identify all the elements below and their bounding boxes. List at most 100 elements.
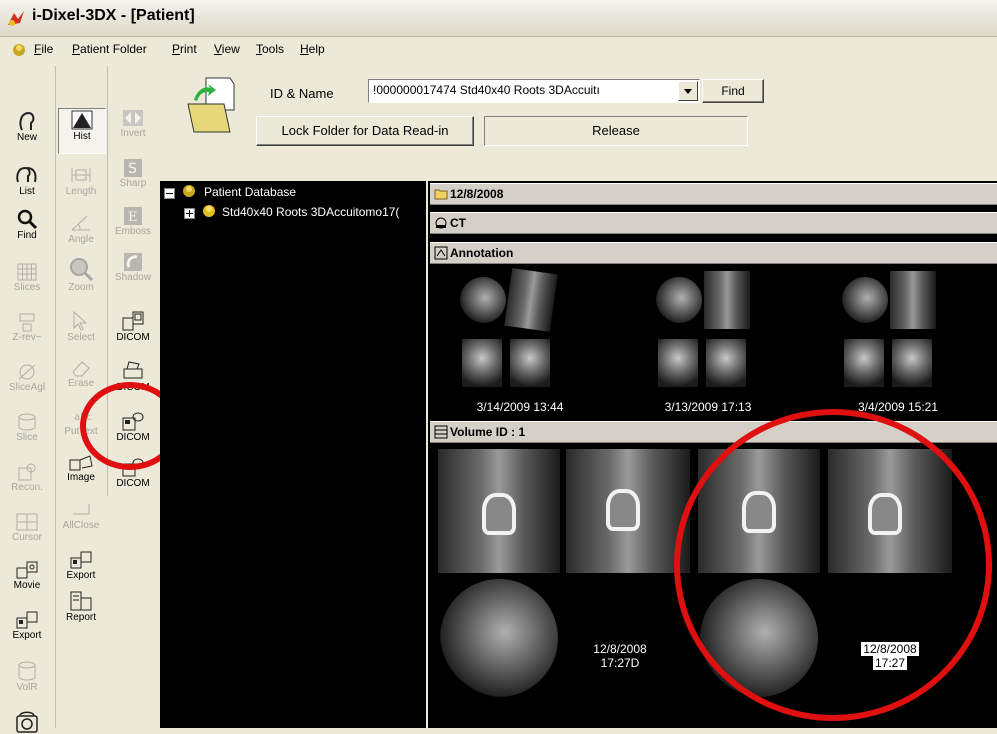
emboss-button[interactable]: E Emboss	[110, 206, 156, 237]
shadow-button[interactable]: Shadow	[110, 252, 156, 283]
z-rev-button[interactable]: Z-rev~	[4, 312, 50, 343]
allclose-button[interactable]: AllClose	[58, 500, 104, 531]
length-button[interactable]: Length	[58, 164, 104, 197]
ct-section-header[interactable]: CT	[430, 212, 997, 234]
grid-icon	[17, 263, 37, 281]
angle-button[interactable]: Angle	[58, 212, 104, 245]
recon-button[interactable]: Recon.	[4, 462, 50, 493]
date-section-header[interactable]: 12/8/2008	[430, 183, 997, 205]
volume-date-1-day: 12/8/2008	[593, 642, 647, 656]
report-icon	[70, 591, 92, 611]
cylinder-icon	[18, 413, 36, 431]
zoom-button[interactable]: Zoom	[58, 256, 104, 293]
menu-print[interactable]: Print	[172, 42, 197, 56]
list-button[interactable]: List	[4, 164, 50, 197]
scanner-icon	[16, 711, 38, 733]
patient-id-value: !000000017474 Std40x40 Roots 3DAccuitı	[373, 83, 600, 97]
database-icon	[183, 185, 195, 197]
cursor-button[interactable]: Cursor	[4, 512, 50, 543]
annotation-section-label: Annotation	[450, 246, 514, 260]
slice-button[interactable]: Slice	[4, 412, 50, 443]
volr-button[interactable]: VolR	[4, 660, 50, 693]
zoom-icon	[70, 258, 94, 282]
ruler-icon	[71, 168, 91, 182]
volume-section-label: Volume ID : 1	[450, 425, 526, 439]
menu-view[interactable]: View	[214, 42, 240, 56]
hist-button[interactable]: Hist	[58, 108, 106, 154]
menu-file[interactable]: File	[34, 42, 53, 56]
erase-button[interactable]: Erase	[58, 358, 104, 389]
lock-folder-button[interactable]: Lock Folder for Data Read-in	[256, 116, 474, 146]
new-button[interactable]: New	[4, 110, 50, 143]
menu-bar: File Patient Folder Print View Tools Hel…	[0, 37, 997, 63]
heads-icon	[16, 166, 37, 183]
slice-angle-button[interactable]: SliceAgl	[4, 362, 50, 393]
find-button[interactable]: Find	[4, 208, 50, 241]
export-icon	[70, 551, 92, 569]
arrow-cursor-icon	[73, 310, 88, 331]
movie-icon	[16, 561, 38, 579]
collapse-icon[interactable]	[164, 188, 175, 199]
volume-date-1: 12/8/2008 17:27D	[560, 642, 680, 670]
image-gallery: 12/8/2008 CT Annotation 3/14/2009 13:44 …	[428, 181, 997, 728]
volume-slice-2[interactable]	[566, 449, 690, 573]
menu-tools[interactable]: Tools	[256, 42, 284, 56]
histogram-icon	[71, 110, 93, 130]
patient-header: ID & Name !000000017474 Std40x40 Roots 3…	[160, 66, 997, 178]
id-name-label: ID & Name	[270, 86, 334, 101]
annotation-thumbnail-3[interactable]	[838, 269, 938, 394]
menu-patient-folder[interactable]: Patient Folder	[72, 42, 147, 56]
annotation-section-header[interactable]: Annotation	[430, 242, 997, 264]
sharp-icon: S	[124, 159, 142, 177]
image-icon	[69, 455, 93, 471]
title-bar: i-Dixel-3DX - [Patient]	[0, 0, 997, 37]
annotation-icon	[434, 246, 448, 260]
window-title: i-Dixel-3DX - [Patient]	[32, 7, 195, 24]
annotation-date-1: 3/14/2009 13:44	[476, 400, 564, 414]
volume-icon	[434, 425, 448, 439]
slice-angle-icon	[18, 364, 36, 380]
export-tool-button[interactable]: Export	[58, 550, 104, 581]
select-button[interactable]: Select	[58, 310, 104, 343]
crosshair-icon	[16, 513, 38, 531]
dicom-button-1[interactable]: DICOM	[110, 310, 156, 343]
dicom-icon	[122, 311, 144, 331]
toolbar-main: New List Find Slices Z-rev~ SliceAgl Sli…	[0, 66, 56, 733]
svg-text:S: S	[128, 161, 137, 177]
tree-patient-label[interactable]: Std40x40 Roots 3DAccuitomo17(	[222, 205, 426, 219]
movie-button[interactable]: Movie	[4, 560, 50, 591]
dropdown-arrow-icon[interactable]	[678, 81, 698, 101]
volume-slice-1[interactable]	[438, 449, 560, 573]
app-icon	[8, 11, 24, 26]
ct-scanner-icon	[435, 217, 447, 229]
volume-date-1-time: 17:27D	[600, 656, 640, 670]
sharp-button[interactable]: S Sharp	[110, 158, 156, 189]
annotation-thumbnail-2[interactable]	[652, 269, 752, 394]
invert-icon	[123, 110, 143, 126]
annotation-thumbnail-1[interactable]	[456, 268, 558, 394]
ct-section-label: CT	[450, 216, 466, 230]
find-button-header[interactable]: Find	[702, 79, 764, 103]
recon-icon	[18, 463, 36, 481]
magnifier-icon	[17, 209, 38, 230]
export-button[interactable]: Export	[4, 610, 50, 641]
release-field: Release	[484, 116, 748, 146]
menu-help[interactable]: Help	[300, 42, 325, 56]
svg-text:E: E	[128, 210, 138, 225]
allclose-icon	[73, 504, 90, 515]
z-rev-icon	[19, 313, 35, 332]
angle-icon	[71, 215, 90, 231]
annotation-date-2: 3/13/2009 17:13	[664, 400, 752, 414]
folder-icon	[434, 189, 448, 200]
invert-button[interactable]: Invert	[110, 108, 156, 139]
annotation-circle-large	[674, 409, 992, 721]
volume-dicom-button[interactable]	[4, 710, 50, 734]
tree-root-label[interactable]: Patient Database	[204, 185, 296, 199]
slices-button[interactable]: Slices	[4, 262, 50, 293]
report-button[interactable]: Report	[58, 590, 104, 623]
head-icon	[19, 111, 35, 131]
expand-icon[interactable]	[184, 208, 195, 219]
export-icon	[16, 611, 38, 629]
patient-id-select[interactable]: !000000017474 Std40x40 Roots 3DAccuitı	[368, 79, 700, 103]
volume-axial-1[interactable]	[440, 579, 558, 697]
